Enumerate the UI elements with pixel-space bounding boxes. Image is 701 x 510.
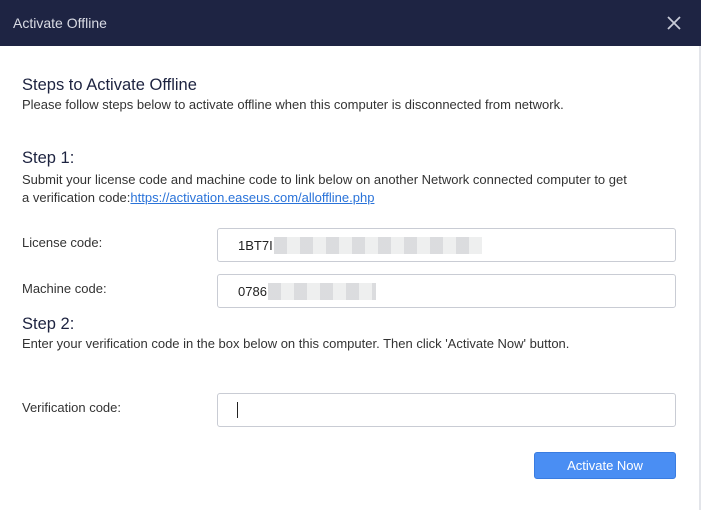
step2-title: Step 2: xyxy=(22,315,75,333)
close-button[interactable] xyxy=(663,12,685,34)
redacted-mask xyxy=(268,283,376,300)
license-code-label: License code: xyxy=(22,235,103,250)
step1-title: Step 1: xyxy=(22,149,75,167)
verification-code-label: Verification code: xyxy=(22,400,122,415)
window-title: Activate Offline xyxy=(13,15,107,31)
verification-code-input[interactable] xyxy=(217,393,676,427)
step1-text-line1: Submit your license code and machine cod… xyxy=(22,172,627,187)
redacted-mask xyxy=(274,237,482,254)
intro-description: Please follow steps below to activate of… xyxy=(22,97,564,112)
step1-text-prefix: a verification code: xyxy=(22,190,131,205)
close-icon xyxy=(667,16,681,30)
page-heading: Steps to Activate Offline xyxy=(22,76,197,94)
step1-text-line2: a verification code:https://activation.e… xyxy=(22,188,374,208)
step2-text: Enter your verification code in the box … xyxy=(22,336,570,351)
license-code-value: 1BT7I xyxy=(238,238,273,253)
activation-link[interactable]: https://activation.easeus.com/alloffline… xyxy=(130,190,374,205)
machine-code-field[interactable]: 0786 xyxy=(217,274,676,308)
activate-now-button[interactable]: Activate Now xyxy=(534,452,676,479)
machine-code-value: 0786 xyxy=(238,284,267,299)
machine-code-label: Machine code: xyxy=(22,281,107,296)
title-bar: Activate Offline xyxy=(0,0,701,46)
text-caret xyxy=(237,402,238,418)
license-code-field[interactable]: 1BT7I xyxy=(217,228,676,262)
